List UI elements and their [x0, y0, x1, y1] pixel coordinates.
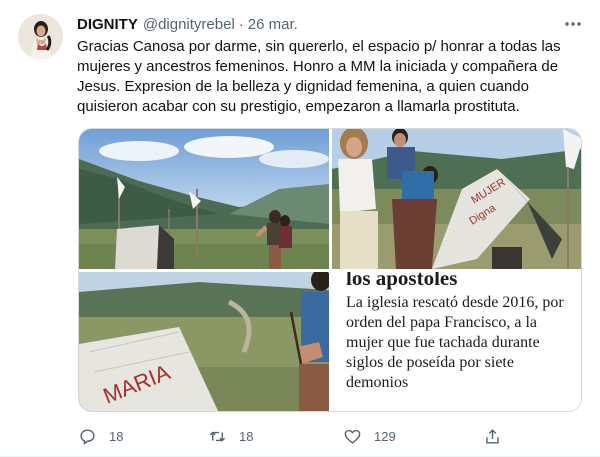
tweet-text: Gracias Canosa por darme, sin quererlo, …	[77, 38, 561, 115]
article-header: los apostoles	[346, 272, 458, 290]
media-grid: MUJER Digna MARIA los apostoles La igles…	[78, 128, 582, 412]
tweet-actions: 18 18 129	[0, 420, 600, 452]
separator-dot: ·	[238, 15, 244, 33]
landscape-photo	[79, 129, 329, 269]
more-button[interactable]	[558, 12, 588, 36]
share-icon	[486, 428, 499, 444]
media-photo-sign-painting[interactable]: MUJER Digna	[332, 129, 581, 269]
article-body: La iglesia rescató desde 2016, por orden…	[346, 294, 564, 391]
tweet[interactable]: DIGNITY @dignityrebel · 26 mar. Gracias …	[0, 0, 600, 457]
tweet-header: DIGNITY @dignityrebel · 26 mar.	[77, 14, 298, 34]
more-icon	[565, 22, 581, 26]
media-photo-maria-sign[interactable]: MARIA	[79, 272, 329, 411]
media-photo-landscape[interactable]	[79, 129, 329, 269]
retweet-button[interactable]: 18	[208, 420, 253, 452]
sign-painting-photo: MUJER Digna	[332, 129, 581, 269]
reply-count: 18	[109, 428, 124, 444]
retweet-icon	[209, 431, 226, 441]
author-name[interactable]: DIGNITY	[77, 16, 138, 33]
media-article-excerpt[interactable]: los apostoles La iglesia rescató desde 2…	[332, 272, 581, 411]
avatar[interactable]	[18, 14, 63, 59]
reply-button[interactable]: 18	[78, 420, 123, 452]
like-button[interactable]: 129	[343, 420, 396, 452]
author-handle[interactable]: @dignityrebel	[143, 16, 235, 33]
avatar-image	[18, 14, 63, 59]
retweet-count: 18	[239, 428, 254, 444]
maria-sign-photo: MARIA	[79, 272, 329, 411]
like-icon	[344, 429, 361, 444]
reply-icon	[80, 428, 95, 444]
share-button[interactable]	[483, 420, 502, 452]
like-count: 129	[374, 428, 396, 444]
tweet-date[interactable]: 26 mar.	[248, 16, 298, 33]
